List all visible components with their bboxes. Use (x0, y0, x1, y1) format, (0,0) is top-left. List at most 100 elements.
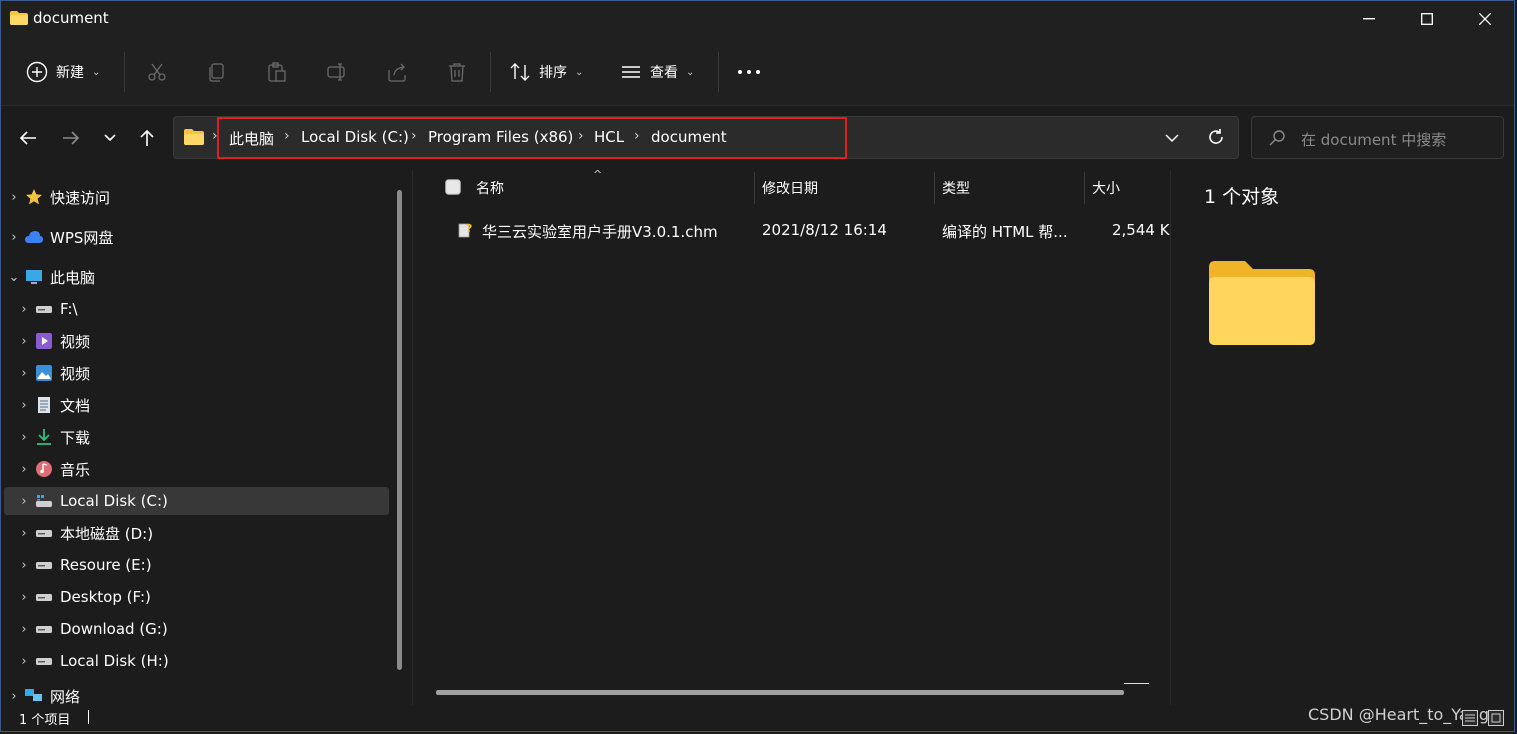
file-type: 编译的 HTML 帮... (942, 223, 1068, 241)
select-all-checkbox[interactable] (445, 179, 461, 199)
sidebar-item-label: Resoure (E:) (60, 556, 152, 574)
sidebar-item-label: 视频 (60, 332, 91, 351)
sidebar-item[interactable]: › 本地磁盘 (D:) (4, 519, 389, 547)
sidebar-item[interactable]: › Resoure (E:) (4, 551, 389, 579)
sidebar-item-label: 网络 (50, 687, 81, 706)
drive-icon (34, 523, 54, 543)
chevron-down-icon: ⌄ (686, 66, 695, 78)
sidebar-item-label: Desktop (F:) (60, 588, 151, 606)
address-history-button[interactable] (1165, 131, 1179, 147)
sidebar-item[interactable]: › 快速访问 (4, 183, 389, 211)
chevron-down-icon (1165, 134, 1179, 143)
sidebar-item[interactable]: ⌄ 此电脑 (4, 263, 389, 291)
maximize-button[interactable] (1398, 1, 1456, 37)
sidebar-item[interactable]: › 视频 (4, 327, 389, 355)
sidebar-item-label: Local Disk (C:) (60, 492, 168, 510)
search-placeholder: 在 document 中搜索 (1301, 131, 1447, 149)
sidebar-item[interactable]: › 音乐 (4, 455, 389, 483)
folder-icon (10, 11, 28, 25)
picture-icon (34, 363, 54, 383)
chevron-right-icon[interactable]: › (14, 654, 34, 669)
chevron-right-icon[interactable]: › (14, 334, 34, 349)
sort-button-label: 排序 (539, 65, 567, 81)
chevron-right-icon[interactable]: › (14, 494, 34, 509)
details-view-button[interactable] (1462, 710, 1478, 730)
sidebar-item[interactable]: › 视频 (4, 359, 389, 387)
tiles-view-icon (1488, 710, 1504, 726)
chevron-right-icon[interactable]: › (4, 689, 24, 704)
sidebar-item[interactable]: › F:\ (4, 295, 389, 323)
tiles-view-button[interactable] (1488, 710, 1504, 730)
sidebar-item-label: 下载 (60, 428, 91, 447)
title-bar (1, 1, 1514, 39)
computer-icon (24, 267, 44, 287)
refresh-button[interactable] (1206, 127, 1226, 151)
chevron-right-icon[interactable]: › (4, 190, 24, 205)
copy-button[interactable] (205, 60, 229, 84)
drive-icon (34, 587, 54, 607)
sidebar-item[interactable]: › Local Disk (H:) (4, 647, 389, 675)
video-icon (34, 331, 54, 351)
maximize-icon (1421, 13, 1433, 25)
cut-button[interactable] (145, 60, 169, 84)
close-button[interactable] (1456, 1, 1514, 37)
chevron-right-icon[interactable]: › (14, 558, 34, 573)
sort-icon (510, 63, 530, 81)
column-header-size[interactable]: 大小 (1092, 178, 1120, 198)
minimize-button[interactable] (1340, 1, 1398, 37)
sidebar-item[interactable]: › Desktop (F:) (4, 583, 389, 611)
column-header-name[interactable]: 名称 (476, 178, 504, 198)
sort-ascending-icon: ^ (593, 168, 603, 181)
sidebar-item[interactable]: › WPS网盘 (4, 223, 389, 251)
status-bar (1, 705, 1514, 731)
chevron-right-icon[interactable]: › (4, 230, 24, 245)
sidebar-item-label: 文档 (60, 396, 91, 415)
forward-button[interactable] (57, 124, 85, 152)
content-horizontal-scrollbar[interactable] (436, 690, 1124, 695)
view-button-label: 查看 (650, 65, 678, 81)
view-button[interactable]: 查看 ⌄ (620, 56, 694, 88)
up-button[interactable] (133, 124, 161, 152)
more-options-button[interactable] (737, 60, 761, 84)
chevron-right-icon[interactable]: › (14, 430, 34, 445)
arrow-right-icon (63, 131, 80, 145)
recent-locations-button[interactable] (96, 124, 124, 152)
chevron-right-icon[interactable]: › (14, 590, 34, 605)
rename-icon (327, 63, 345, 81)
sidebar-item[interactable]: › 文档 (4, 391, 389, 419)
share-button[interactable] (385, 60, 409, 84)
chevron-right-icon[interactable]: › (14, 302, 34, 317)
chevron-down-icon[interactable]: ⌄ (4, 270, 24, 285)
music-icon (34, 459, 54, 479)
view-list-icon (622, 66, 640, 78)
sidebar-divider (412, 170, 413, 705)
sidebar-item[interactable]: › Local Disk (C:) (4, 487, 389, 515)
column-header-modified[interactable]: 修改日期 (762, 178, 818, 198)
folder-preview-icon (1209, 261, 1317, 351)
rename-button[interactable] (325, 60, 349, 84)
chevron-right-icon[interactable]: › (14, 526, 34, 541)
new-button[interactable]: 新建 ⌄ (26, 56, 100, 88)
delete-button[interactable] (445, 60, 469, 84)
new-button-label: 新建 (56, 65, 84, 81)
preview-divider (1170, 170, 1171, 705)
sidebar-scrollbar[interactable] (397, 190, 402, 670)
chevron-right-icon[interactable]: › (14, 398, 34, 413)
download-icon (34, 427, 54, 447)
document-icon (34, 395, 54, 415)
back-button[interactable] (14, 124, 42, 152)
sidebar-item[interactable]: › Download (G:) (4, 615, 389, 643)
sort-button[interactable]: 排序 ⌄ (509, 56, 583, 88)
sidebar-item[interactable]: › 下载 (4, 423, 389, 451)
chevron-right-icon[interactable]: › (14, 462, 34, 477)
sidebar-item[interactable]: › 网络 (4, 687, 389, 706)
sidebar-item-label: Local Disk (H:) (60, 652, 169, 670)
annotation-highlight-box (217, 117, 847, 159)
chevron-right-icon[interactable]: › (14, 622, 34, 637)
column-header-type[interactable]: 类型 (942, 178, 970, 198)
chevron-right-icon[interactable]: › (14, 366, 34, 381)
column-divider[interactable] (934, 172, 935, 204)
column-divider[interactable] (754, 172, 755, 204)
column-divider[interactable] (1084, 172, 1085, 204)
paste-button[interactable] (265, 60, 289, 84)
